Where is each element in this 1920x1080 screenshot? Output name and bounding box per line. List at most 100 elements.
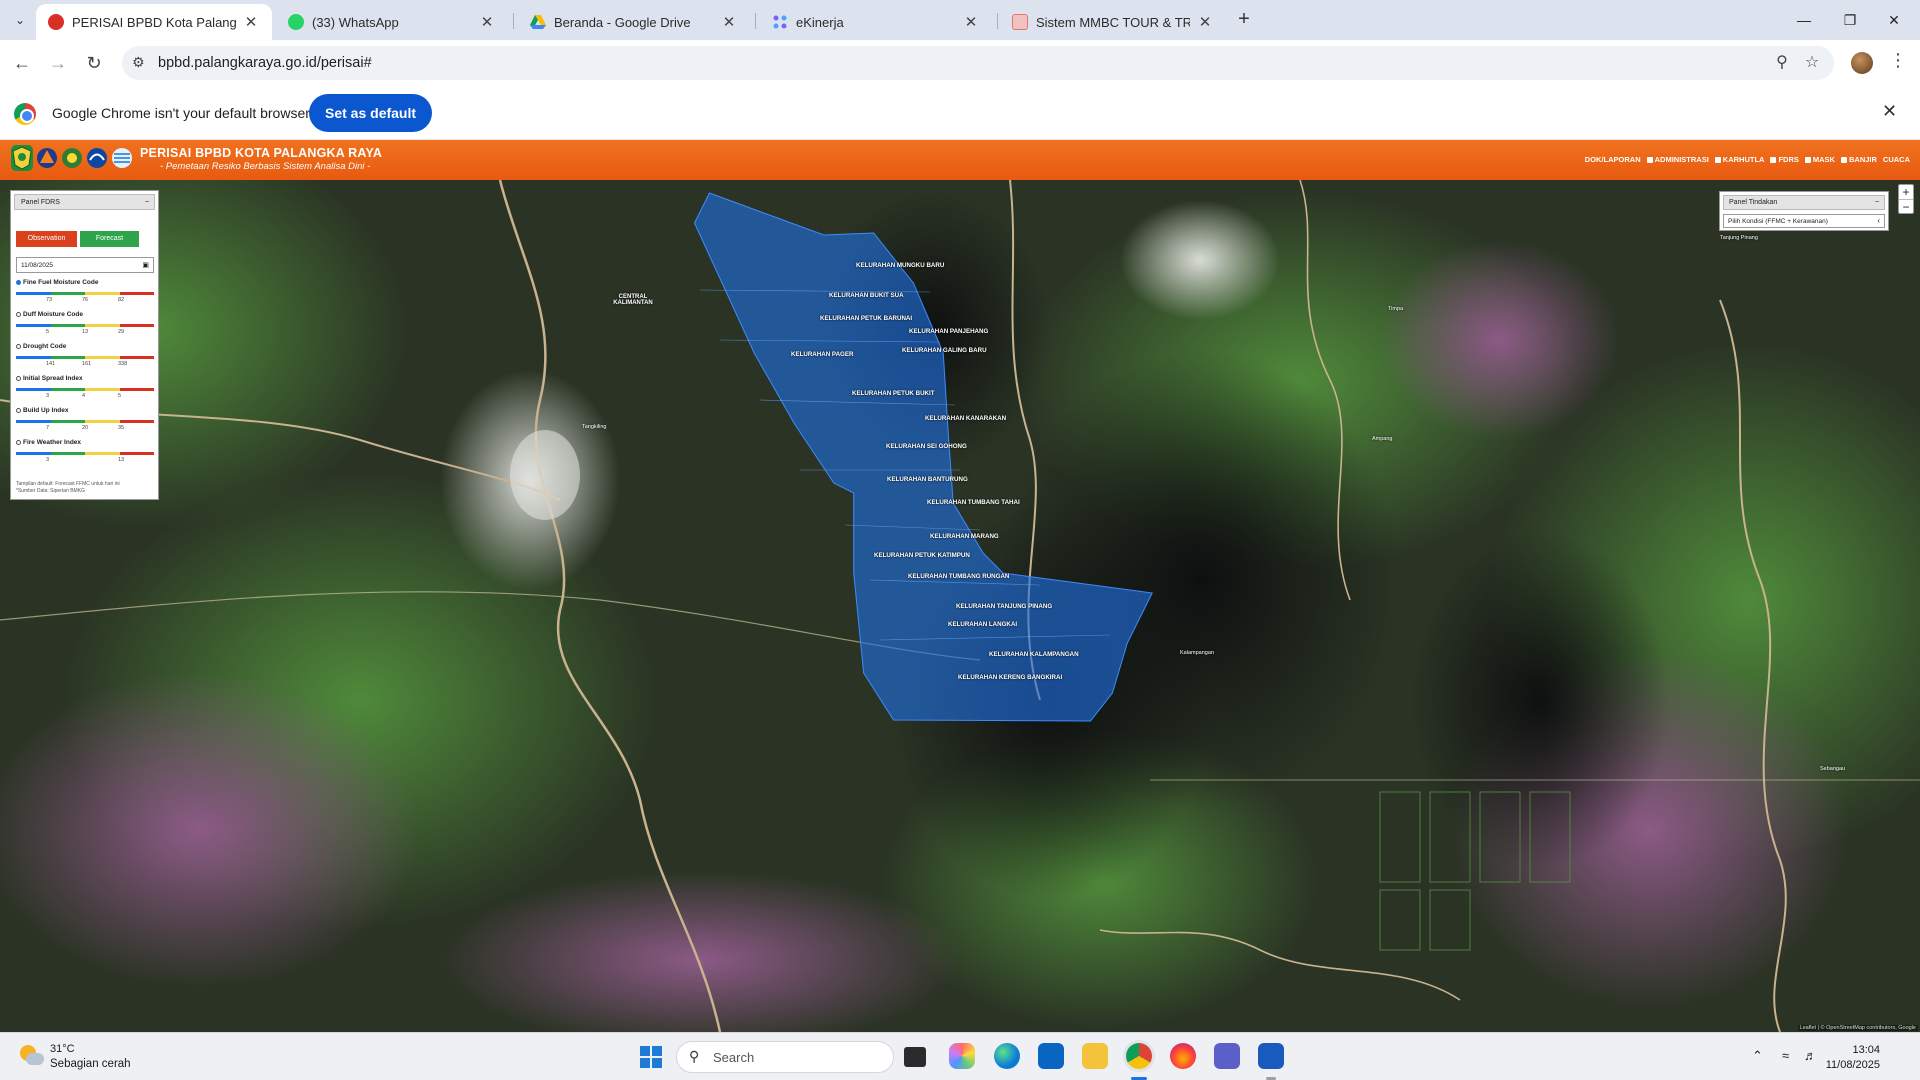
collapse-icon[interactable]: – — [145, 198, 149, 205]
word-icon[interactable] — [1258, 1043, 1284, 1069]
volume-icon[interactable]: ♬ — [1804, 1048, 1817, 1063]
nav-label: KARHUTLA — [1722, 155, 1765, 164]
nav-dok-laporan[interactable]: DOK/LAPORAN — [1585, 155, 1641, 164]
tab-title: Sistem MMBC TOUR & TRAVEL — [1036, 14, 1190, 30]
close-tab-icon[interactable]: ✕ — [1196, 13, 1214, 31]
checkbox-icon[interactable] — [1770, 156, 1777, 163]
address-bar[interactable]: ⚙ bpbd.palangkaraya.go.id/perisai# ⚲ ☆ — [122, 46, 1834, 80]
nav-banjir[interactable]: BANJIR — [1840, 155, 1877, 164]
edge-browser-icon[interactable] — [994, 1043, 1020, 1069]
browser-toolbar: ← → ↻ ⚙ bpbd.palangkaraya.go.id/perisai#… — [0, 40, 1920, 86]
close-infobar-icon[interactable]: ✕ — [1882, 101, 1897, 122]
close-tab-icon[interactable]: ✕ — [242, 13, 260, 31]
file-explorer-icon[interactable] — [1082, 1043, 1108, 1069]
color-scale — [16, 388, 154, 391]
scale-tick: 3 — [46, 457, 50, 463]
tab-perisai[interactable]: PERISAI BPBD Kota Palangka Ra ✕ — [36, 4, 272, 40]
index-dmc[interactable]: Duff Moisture Code 5 13 29 — [16, 311, 156, 337]
tab-mmbc-travel[interactable]: Sistem MMBC TOUR & TRAVEL ✕ — [1000, 4, 1226, 40]
radio-icon[interactable] — [16, 376, 21, 381]
date-input[interactable]: 11/08/2025 ▣ — [16, 257, 154, 273]
garuda-logo-icon — [61, 145, 83, 171]
profile-avatar[interactable] — [1851, 52, 1873, 74]
radio-icon[interactable] — [16, 344, 21, 349]
radio-icon[interactable] — [16, 440, 21, 445]
close-tab-icon[interactable]: ✕ — [720, 13, 738, 31]
index-bui[interactable]: Build Up Index 7 20 35 — [16, 407, 156, 433]
bookmark-star-icon[interactable]: ☆ — [1802, 53, 1822, 73]
restore-window-icon[interactable]: ❐ — [1836, 8, 1864, 32]
reload-icon[interactable]: ↻ — [81, 50, 107, 76]
select-value: Pilih Kondisi (FFMC + Kerawanan) — [1728, 218, 1828, 225]
zoom-in-icon[interactable]: + — [1899, 185, 1913, 199]
minimize-window-icon[interactable]: — — [1790, 8, 1818, 32]
partly-sunny-icon[interactable] — [20, 1045, 44, 1067]
collapse-icon[interactable]: – — [1875, 198, 1879, 205]
ekinerja-favicon-icon — [772, 14, 788, 30]
windows-start-icon[interactable] — [640, 1046, 662, 1068]
scale-tick: 13 — [82, 329, 89, 335]
index-fwi[interactable]: Fire Weather Index 3 13 — [16, 439, 156, 465]
forecast-button[interactable]: Forecast — [80, 231, 139, 247]
place-label: Sebangau — [1820, 766, 1846, 772]
show-hidden-icons-chevron-icon[interactable]: ⌃ — [1752, 1048, 1763, 1064]
index-dc[interactable]: Drought Code 141 161 338 — [16, 343, 156, 369]
fdrs-panel-header[interactable]: Panel FDRS – — [14, 194, 155, 210]
taskbar-search[interactable]: ⚲ Search — [676, 1041, 894, 1073]
wifi-icon[interactable]: ≈ — [1782, 1048, 1789, 1063]
set-as-default-button[interactable]: Set as default — [309, 94, 433, 132]
scale-tick: 76 — [82, 297, 89, 303]
map-canvas[interactable]: KELURAHAN MUNGKU BARU KELURAHAN BUKIT SU… — [0, 180, 1920, 1032]
nav-cuaca[interactable]: CUACA — [1883, 155, 1910, 164]
copilot-icon[interactable] — [949, 1043, 975, 1069]
index-isi[interactable]: Initial Spread Index 3 4 5 — [16, 375, 156, 401]
map-zoom-control[interactable]: + − — [1898, 184, 1914, 214]
index-ffmc[interactable]: Fine Fuel Moisture Code 73 76 82 — [16, 279, 156, 305]
zoom-out-icon[interactable]: − — [1899, 199, 1913, 214]
task-view-icon[interactable] — [904, 1047, 926, 1067]
nav-karhutla[interactable]: KARHUTLA — [1714, 155, 1765, 164]
checkbox-icon[interactable] — [1804, 156, 1811, 163]
close-tab-icon[interactable]: ✕ — [962, 13, 980, 31]
checkbox-icon[interactable] — [1840, 156, 1847, 163]
place-label: Tangkiling — [582, 424, 607, 430]
back-arrow-icon[interactable]: ← — [9, 50, 35, 76]
close-window-icon[interactable]: ✕ — [1880, 8, 1908, 32]
calendar-icon[interactable]: ▣ — [142, 261, 149, 269]
bpbd-favicon-icon — [48, 14, 64, 30]
map-attribution[interactable]: Leaflet | © OpenStreetMap contributors, … — [1797, 1025, 1918, 1031]
forward-arrow-icon[interactable]: → — [45, 50, 71, 76]
observation-button[interactable]: Observation — [16, 231, 77, 247]
tindakan-panel-header[interactable]: Panel Tindakan – — [1723, 195, 1885, 210]
teams-icon[interactable] — [1214, 1043, 1240, 1069]
tab-whatsapp[interactable]: (33) WhatsApp ✕ — [276, 4, 508, 40]
weather-description[interactable]: Sebagian cerah — [50, 1058, 131, 1070]
outlook-icon[interactable] — [1038, 1043, 1064, 1069]
scale-tick: 5 — [46, 329, 50, 335]
checkbox-icon[interactable] — [1714, 156, 1721, 163]
kondisi-select[interactable]: Pilih Kondisi (FFMC + Kerawanan) ‹ — [1723, 214, 1885, 228]
index-label: Fine Fuel Moisture Code — [23, 279, 99, 286]
firefox-icon[interactable] — [1170, 1043, 1196, 1069]
nav-administrasi[interactable]: ADMINISTRASI — [1646, 155, 1709, 164]
tab-ekinerja[interactable]: eKinerja ✕ — [760, 4, 992, 40]
chrome-menu-icon[interactable]: ⋮ — [1888, 50, 1908, 71]
new-tab-button[interactable]: + — [1232, 8, 1256, 32]
site-info-icon[interactable]: ⚙ — [132, 54, 145, 71]
tab-google-drive[interactable]: Beranda - Google Drive ✕ — [518, 4, 750, 40]
system-clock[interactable]: 13:04 11/08/2025 — [1826, 1043, 1880, 1073]
chrome-taskbar-icon[interactable] — [1126, 1043, 1152, 1069]
radio-icon[interactable] — [16, 408, 21, 413]
nav-fdrs[interactable]: FDRS — [1770, 155, 1799, 164]
close-tab-icon[interactable]: ✕ — [478, 13, 496, 31]
radio-icon[interactable] — [16, 280, 21, 285]
tab-search-chevron-icon[interactable]: ⌄ — [8, 8, 32, 32]
scale-tick: 7 — [46, 425, 50, 431]
radio-icon[interactable] — [16, 312, 21, 317]
nav-mask[interactable]: MASK — [1804, 155, 1835, 164]
url-text[interactable]: bpbd.palangkaraya.go.id/perisai# — [158, 55, 372, 71]
checkbox-icon[interactable] — [1646, 156, 1653, 163]
index-label: Duff Moisture Code — [23, 311, 83, 318]
weather-temperature[interactable]: 31°C — [50, 1043, 75, 1055]
zoom-magnifier-icon[interactable]: ⚲ — [1772, 53, 1792, 73]
